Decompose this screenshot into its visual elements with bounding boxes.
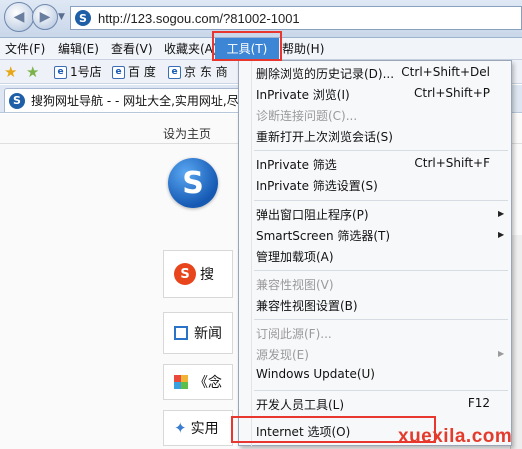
- menu-item-feed-discovery: 源发现(E): [256, 348, 309, 362]
- menu-item-windows-update[interactable]: Windows Update(U): [256, 367, 506, 381]
- menu-item-developer-tools[interactable]: 开发人员工具(L) F12: [256, 396, 506, 413]
- address-input[interactable]: S http://123.sogou.com/?81002-1001: [70, 6, 522, 30]
- menu-edit[interactable]: 编辑(E): [58, 38, 99, 60]
- menu-item-delete-history[interactable]: 删除浏览的历史记录(D)... Ctrl+Shift+Del: [256, 65, 506, 82]
- menu-separator: [254, 319, 508, 320]
- back-arrow-icon: ◀: [13, 9, 25, 25]
- ie-page-icon: e: [54, 65, 67, 79]
- menu-item-reopen-session[interactable]: 重新打开上次浏览会话(S): [256, 128, 506, 145]
- wrench-icon: ✦: [174, 419, 187, 437]
- menu-item-inprivate-filtering[interactable]: InPrivate 筛选 Ctrl+Shift+F: [256, 156, 506, 173]
- menu-item-compatibility-view: 兼容性视图(V): [256, 278, 334, 292]
- menu-separator: [254, 270, 508, 271]
- submenu-arrow-icon: ▶: [498, 230, 505, 239]
- menu-gutter: [238, 60, 252, 446]
- submenu-arrow-icon: ▶: [498, 209, 505, 218]
- menu-item-manage-addons[interactable]: 管理加载项(A): [256, 248, 506, 265]
- url-text: http://123.sogou.com/?81002-1001: [98, 10, 300, 26]
- favorite-item[interactable]: e 百 度: [112, 63, 156, 81]
- menu-item-subscribe-feed: 订阅此源(F)...: [256, 327, 332, 341]
- watermark: xuexila.com: [398, 426, 513, 447]
- menu-item-popup-blocker[interactable]: 弹出窗口阻止程序(P): [256, 206, 506, 223]
- tools-menu-highlight-box: [212, 31, 282, 61]
- menu-item-smartscreen-filter[interactable]: SmartScreen 筛选器(T): [256, 227, 506, 244]
- sogou-logo-icon[interactable]: S: [168, 158, 218, 208]
- menu-view[interactable]: 查看(V): [111, 38, 153, 60]
- menu-item-inprivate-browsing[interactable]: InPrivate 浏览(I) Ctrl+Shift+P: [256, 86, 506, 103]
- menu-item-compatibility-settings[interactable]: 兼容性视图设置(B): [256, 297, 506, 314]
- flower-icon: [174, 375, 188, 389]
- tab-title: 搜狗网址导航 - - 网址大全,实用网址,尽: [31, 94, 239, 108]
- menu-item-diagnose-connection: 诊断连接问题(C)...: [256, 109, 358, 123]
- menu-item-inprivate-filter-settings[interactable]: InPrivate 筛选设置(S): [256, 177, 506, 194]
- history-dropdown-icon[interactable]: ▼: [58, 12, 65, 22]
- add-favorite-icon[interactable]: ★: [26, 63, 39, 81]
- forward-button[interactable]: ▶: [32, 4, 58, 30]
- ie-page-icon: e: [168, 65, 181, 79]
- forward-arrow-icon: ▶: [39, 9, 51, 25]
- sogou-search-icon: S: [174, 263, 196, 285]
- ie-page-icon: e: [112, 65, 125, 79]
- search-card[interactable]: S 搜: [163, 250, 233, 298]
- favorite-item[interactable]: e 京 东 商: [168, 63, 228, 81]
- sogou-icon: S: [9, 92, 25, 109]
- favorite-item[interactable]: e 1号店: [54, 63, 102, 81]
- favorites-star-icon[interactable]: ★: [4, 63, 17, 81]
- set-homepage-link[interactable]: 设为主页: [163, 125, 211, 142]
- menu-file[interactable]: 文件(F): [5, 38, 45, 60]
- menu-separator: [254, 390, 508, 391]
- menu-separator: [254, 150, 508, 151]
- back-button[interactable]: ◀: [4, 2, 34, 32]
- menu-help[interactable]: 帮助(H): [282, 38, 324, 60]
- news-icon: [174, 326, 188, 340]
- memo-card[interactable]: 《念: [163, 364, 233, 400]
- menu-favorites[interactable]: 收藏夹(A): [164, 38, 218, 60]
- submenu-arrow-icon: ▶: [498, 349, 505, 358]
- news-card[interactable]: 新闻: [163, 312, 233, 354]
- tools-card[interactable]: ✦ 实用: [163, 410, 233, 446]
- menu-separator: [254, 200, 508, 201]
- sogou-icon: S: [75, 10, 91, 26]
